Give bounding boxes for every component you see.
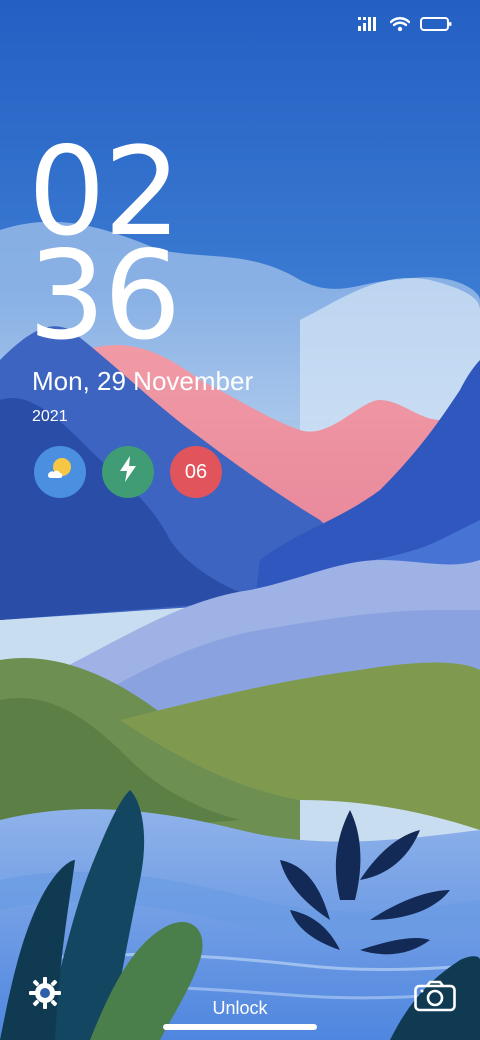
- notification-count: 06: [184, 460, 208, 483]
- battery-icon: [420, 16, 452, 37]
- weather-widget[interactable]: [34, 446, 86, 498]
- wifi-icon: [389, 16, 411, 37]
- charging-widget[interactable]: [102, 446, 154, 498]
- status-bar: [358, 16, 452, 37]
- year-text: 2021: [32, 408, 68, 425]
- weather-icon: [45, 454, 75, 490]
- widget-row: 06: [34, 446, 222, 498]
- home-indicator[interactable]: [163, 1024, 317, 1030]
- unlock-label[interactable]: Unlock: [0, 998, 480, 1019]
- date-text: Mon, 29 November: [32, 366, 254, 396]
- lockscreen-clock: 02 36: [28, 131, 181, 367]
- notification-count-widget[interactable]: 06: [170, 446, 222, 498]
- signal-icon: [358, 17, 380, 36]
- charging-icon: [117, 455, 139, 489]
- clock-minute: 36: [28, 225, 181, 367]
